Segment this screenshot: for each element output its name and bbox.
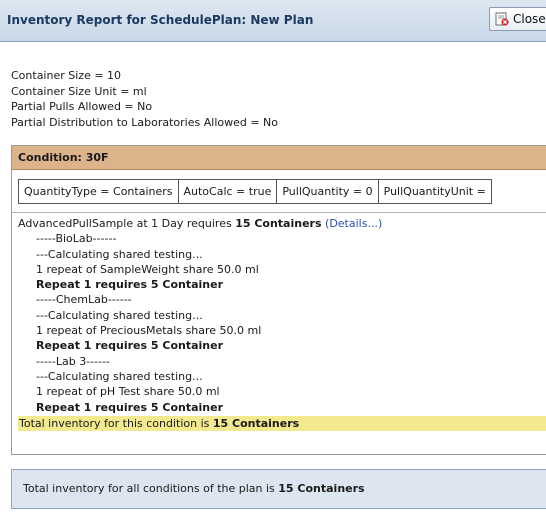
setting-autocalc: AutoCalc = true — [179, 180, 278, 203]
condition-settings-table: QuantityType = Containers AutoCalc = tru… — [18, 179, 492, 204]
condition-total-count: 15 Containers — [212, 416, 300, 430]
partial-distribution-allowed: Partial Distribution to Laboratories All… — [11, 115, 279, 129]
lab-requires-text: Repeat 1 requires 5 Container — [36, 400, 223, 414]
close-button[interactable]: Close — [489, 7, 546, 31]
lab-calc-text: ---Calculating shared testing... — [36, 308, 203, 322]
grand-total: Total inventory for all conditions of th… — [11, 469, 546, 509]
grand-total-count: 15 Containers — [278, 482, 365, 495]
grand-total-text: Total inventory for all conditions of th… — [23, 482, 279, 495]
close-button-label: Close — [513, 12, 546, 26]
lab-name: -----BioLab------ — [36, 232, 117, 246]
lab-repeat-text: 1 repeat of PreciousMetals share 50.0 ml — [36, 324, 262, 338]
container-size-unit: Container Size Unit = ml — [11, 84, 147, 98]
condition-total: Total inventory for this condition is 15… — [18, 415, 546, 432]
setting-quantity-type: QuantityType = Containers — [19, 180, 179, 203]
lab-name: -----Lab 3------ — [36, 354, 111, 368]
setting-pull-quantity-unit: PullQuantityUnit = — [383, 185, 486, 198]
lab-calc-text: ---Calculating shared testing... — [36, 247, 203, 261]
condition-section: Condition: 30F QuantityType = Containers… — [11, 145, 546, 455]
plan-properties: Container Size = 10 Container Size Unit … — [11, 68, 278, 130]
lab-calc-text: ---Calculating shared testing... — [36, 369, 203, 383]
pull-text: AdvancedPullSample at 1 Day requires — [18, 217, 236, 230]
partial-pulls-allowed: Partial Pulls Allowed = No — [11, 100, 153, 113]
lab-name: -----ChemLab------ — [36, 293, 132, 307]
pull-requirement: AdvancedPullSample at 1 Day requires 15 … — [18, 216, 546, 231]
condition-details: AdvancedPullSample at 1 Day requires 15 … — [18, 216, 546, 432]
lab-repeat-text: 1 repeat of SampleWeight share 50.0 ml — [36, 262, 259, 276]
close-icon — [495, 12, 509, 26]
condition-total-text: Total inventory for this condition is — [19, 416, 213, 430]
details-link[interactable]: (Details...) — [325, 217, 382, 230]
lab-repeat-text: 1 repeat of pH Test share 50.0 ml — [36, 385, 220, 399]
lab-requires-text: Repeat 1 requires 5 Container — [36, 278, 223, 292]
condition-header: Condition: 30F — [12, 146, 546, 170]
setting-pull-quantity: PullQuantity = 0 — [277, 180, 379, 203]
container-size: Container Size = 10 — [11, 69, 122, 82]
lab-requires-text: Repeat 1 requires 5 Container — [36, 339, 223, 353]
divider — [12, 212, 546, 213]
window-title-bar: Inventory Report for SchedulePlan: New P… — [0, 0, 546, 42]
pull-count: 15 Containers — [235, 217, 322, 230]
window-title: Inventory Report for SchedulePlan: New P… — [7, 13, 314, 27]
